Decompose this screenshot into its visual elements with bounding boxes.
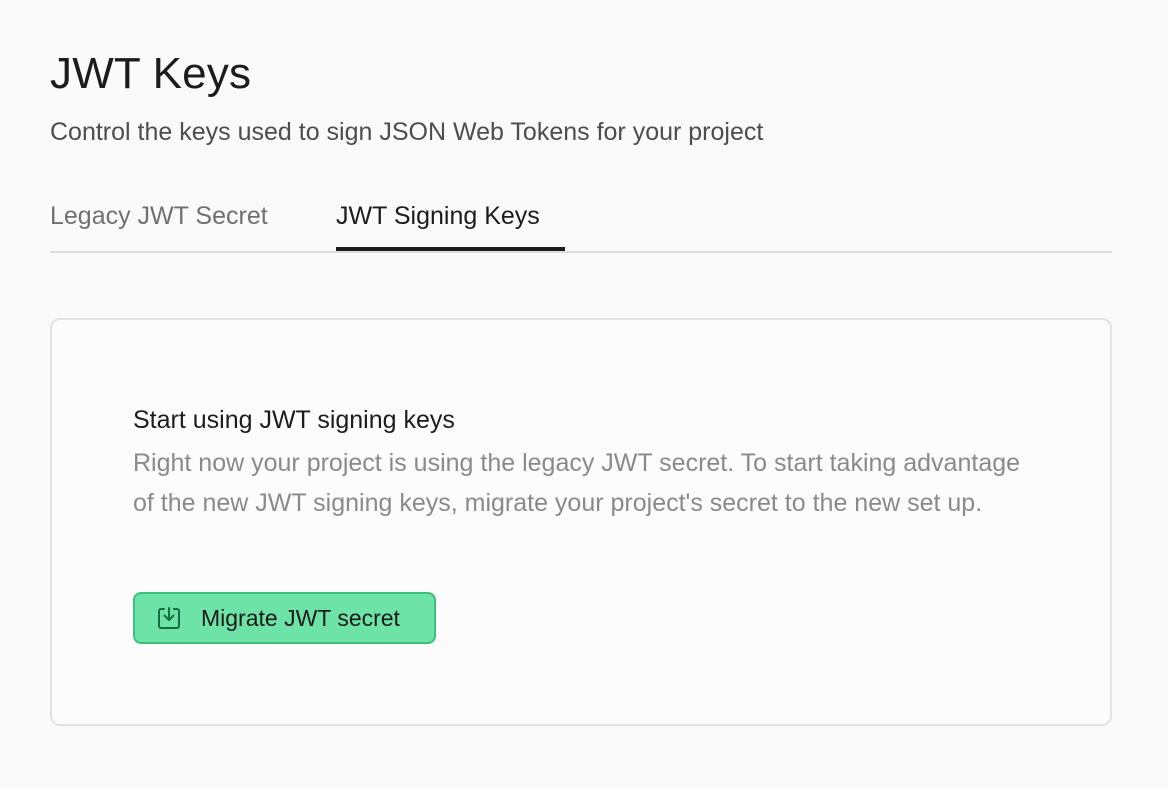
migration-card: Start using JWT signing keys Right now y… (50, 318, 1112, 726)
tab-legacy-jwt-secret[interactable]: Legacy JWT Secret (50, 200, 268, 232)
migrate-button-label: Migrate JWT secret (201, 605, 400, 631)
page-subtitle: Control the keys used to sign JSON Web T… (50, 118, 764, 146)
card-title: Start using JWT signing keys (133, 406, 455, 434)
tab-bar: Legacy JWT Secret JWT Signing Keys (50, 190, 1112, 253)
download-box-icon (155, 604, 183, 632)
tab-jwt-signing-keys[interactable]: JWT Signing Keys (336, 200, 540, 250)
page-title: JWT Keys (50, 49, 252, 98)
migrate-jwt-secret-button[interactable]: Migrate JWT secret (133, 592, 436, 644)
active-tab-indicator (336, 247, 565, 251)
card-description: Right now your project is using the lega… (133, 449, 1021, 517)
jwt-keys-page: JWT Keys Control the keys used to sign J… (0, 0, 1168, 788)
